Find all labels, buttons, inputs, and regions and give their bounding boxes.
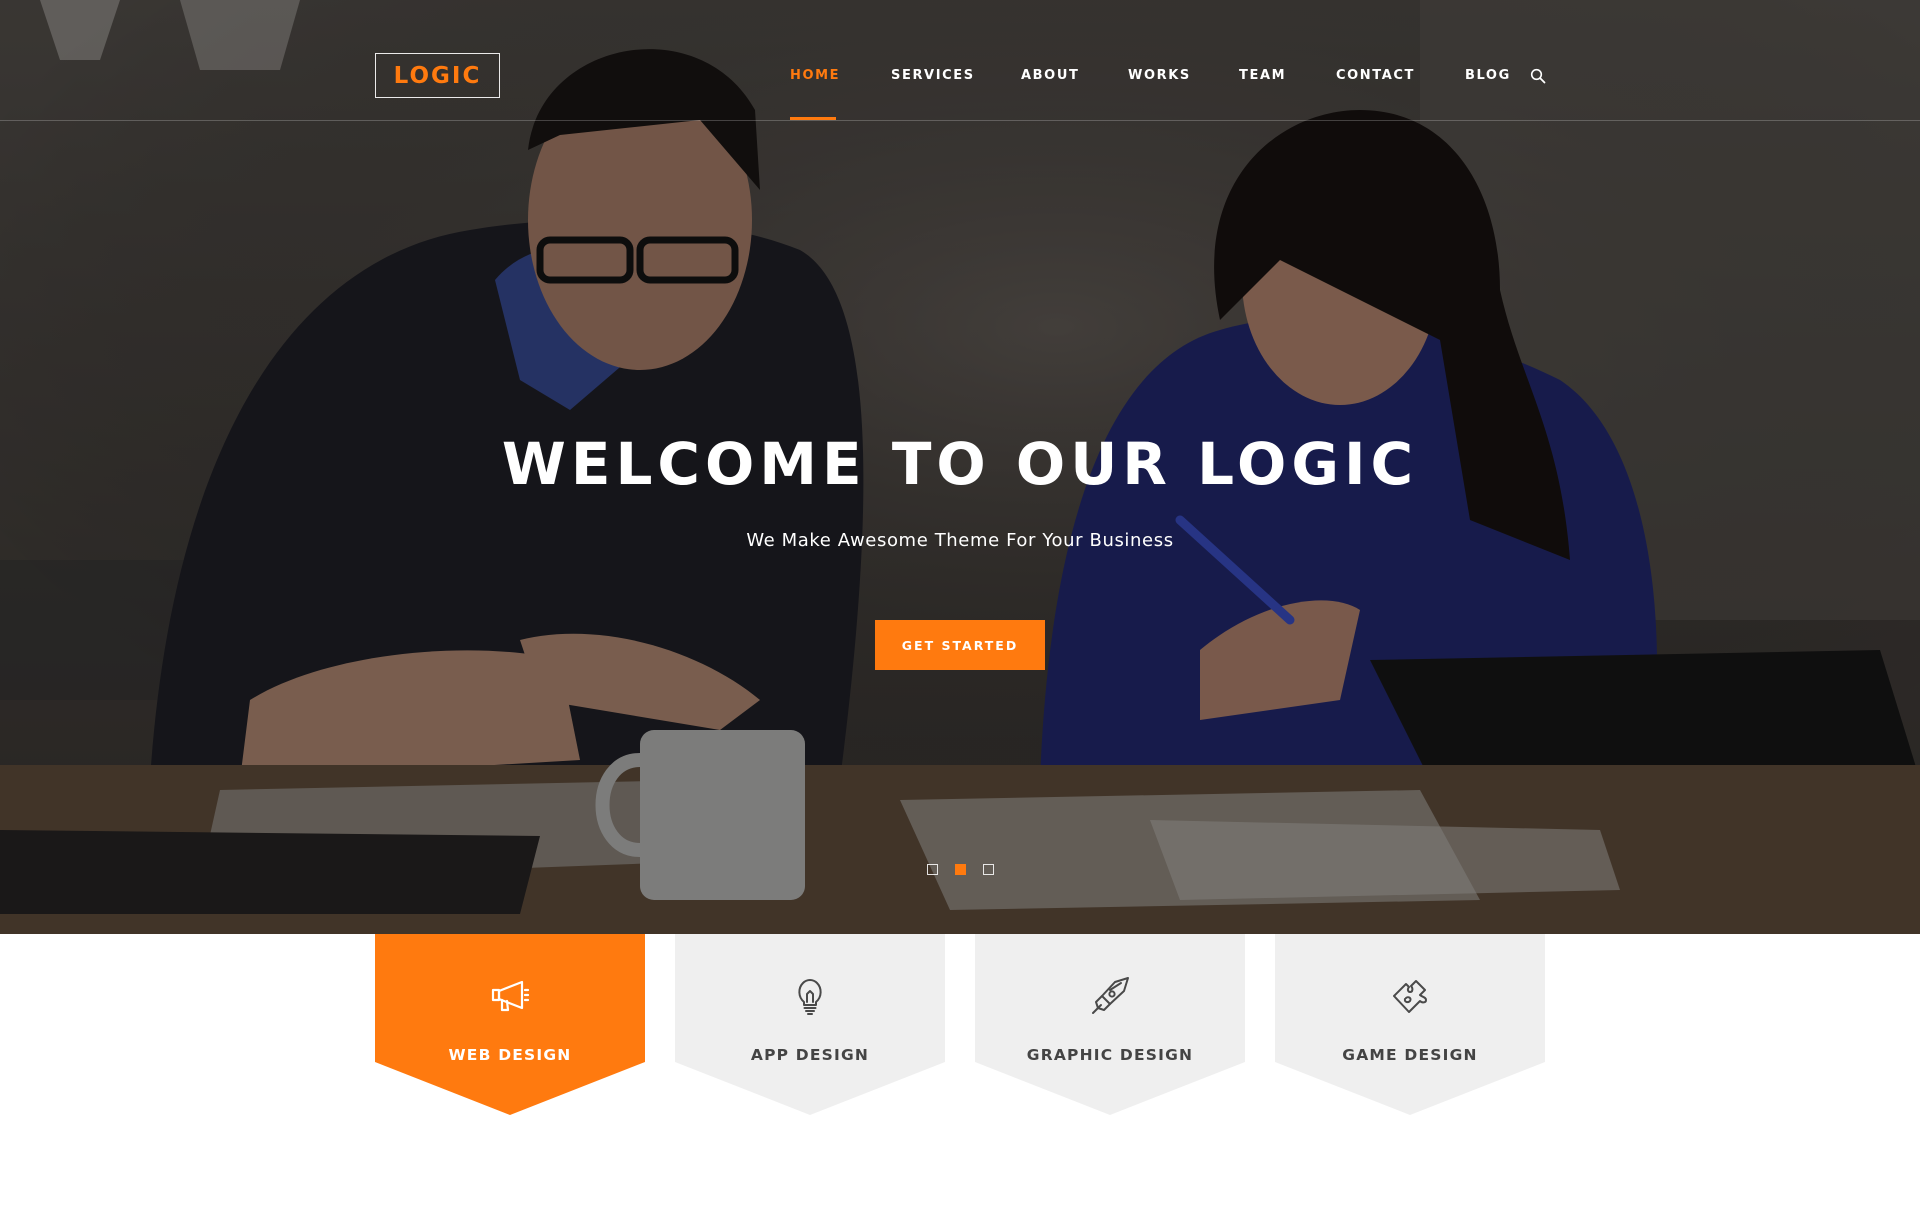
service-card-web-design[interactable]: WEB DESIGN xyxy=(375,934,645,1115)
nav-item-about[interactable]: ABOUT xyxy=(1021,68,1079,83)
nav-item-works[interactable]: WORKS xyxy=(1128,68,1191,83)
service-card-graphic-design[interactable]: GRAPHIC DESIGN xyxy=(975,934,1245,1115)
lightbulb-icon xyxy=(798,979,822,1015)
slider-dot-2[interactable] xyxy=(955,864,966,875)
megaphone-icon xyxy=(491,980,530,1012)
main-menu: HOME SERVICES ABOUT WORKS TEAM CONTACT B… xyxy=(0,0,1920,121)
card-shape xyxy=(675,934,945,1115)
card-shape xyxy=(975,934,1245,1115)
service-card-app-design[interactable]: APP DESIGN xyxy=(675,934,945,1115)
service-label: GAME DESIGN xyxy=(1342,1046,1478,1064)
hero-subtitle: We Make Awesome Theme For Your Business xyxy=(746,530,1174,551)
service-label: WEB DESIGN xyxy=(448,1046,572,1064)
service-label: GRAPHIC DESIGN xyxy=(1026,1046,1194,1064)
service-label: APP DESIGN xyxy=(750,1046,870,1064)
nav-item-services[interactable]: SERVICES xyxy=(891,68,975,83)
card-shape xyxy=(375,934,645,1115)
slider-pagination xyxy=(927,864,997,876)
pen-nib-icon xyxy=(1092,977,1129,1014)
hero-slider: LOGIC HOME SERVICES ABOUT WORKS TEAM CON… xyxy=(0,0,1920,934)
nav-item-team[interactable]: TEAM xyxy=(1239,68,1286,83)
puzzle-icon xyxy=(1393,980,1427,1013)
slider-dot-3[interactable] xyxy=(983,864,994,875)
slider-dot-1[interactable] xyxy=(927,864,938,875)
top-navbar: LOGIC HOME SERVICES ABOUT WORKS TEAM CON… xyxy=(0,0,1920,121)
card-shape xyxy=(1275,934,1545,1115)
service-card-game-design[interactable]: GAME DESIGN xyxy=(1275,934,1545,1115)
active-nav-indicator xyxy=(790,117,836,120)
search-icon[interactable] xyxy=(1530,68,1546,84)
services-section: WEB DESIGN APP DESIGN GRAPHIC DESIGN GAM… xyxy=(0,934,1920,1215)
nav-item-contact[interactable]: CONTACT xyxy=(1336,68,1415,83)
nav-item-blog[interactable]: BLOG xyxy=(1465,68,1511,83)
get-started-button[interactable]: GET STARTED xyxy=(875,620,1045,670)
hero-title: WELCOME TO OUR LOGIC xyxy=(501,430,1419,498)
nav-item-home[interactable]: HOME xyxy=(790,68,840,83)
